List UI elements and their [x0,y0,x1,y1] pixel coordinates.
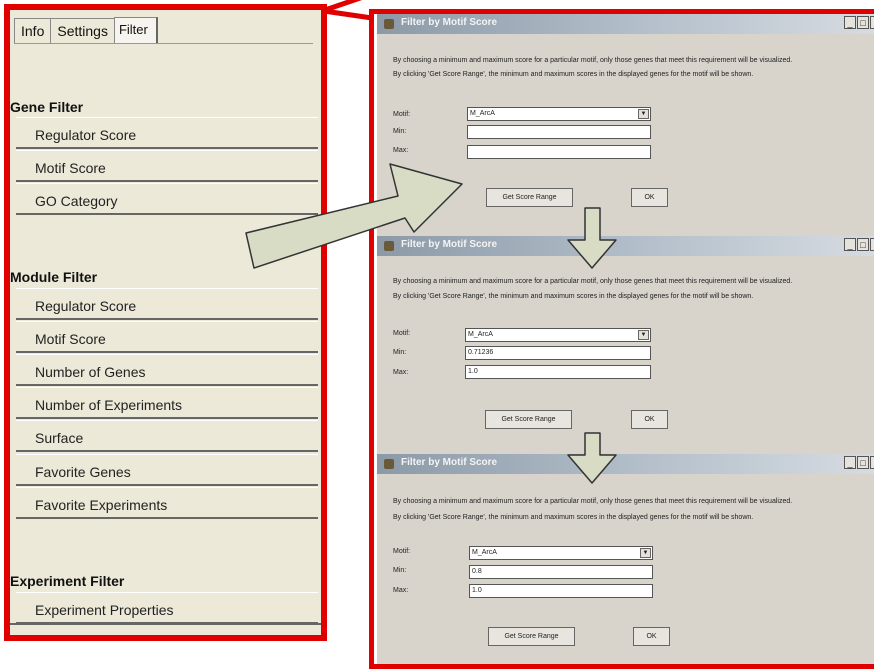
down-arrow-icon [567,432,617,484]
